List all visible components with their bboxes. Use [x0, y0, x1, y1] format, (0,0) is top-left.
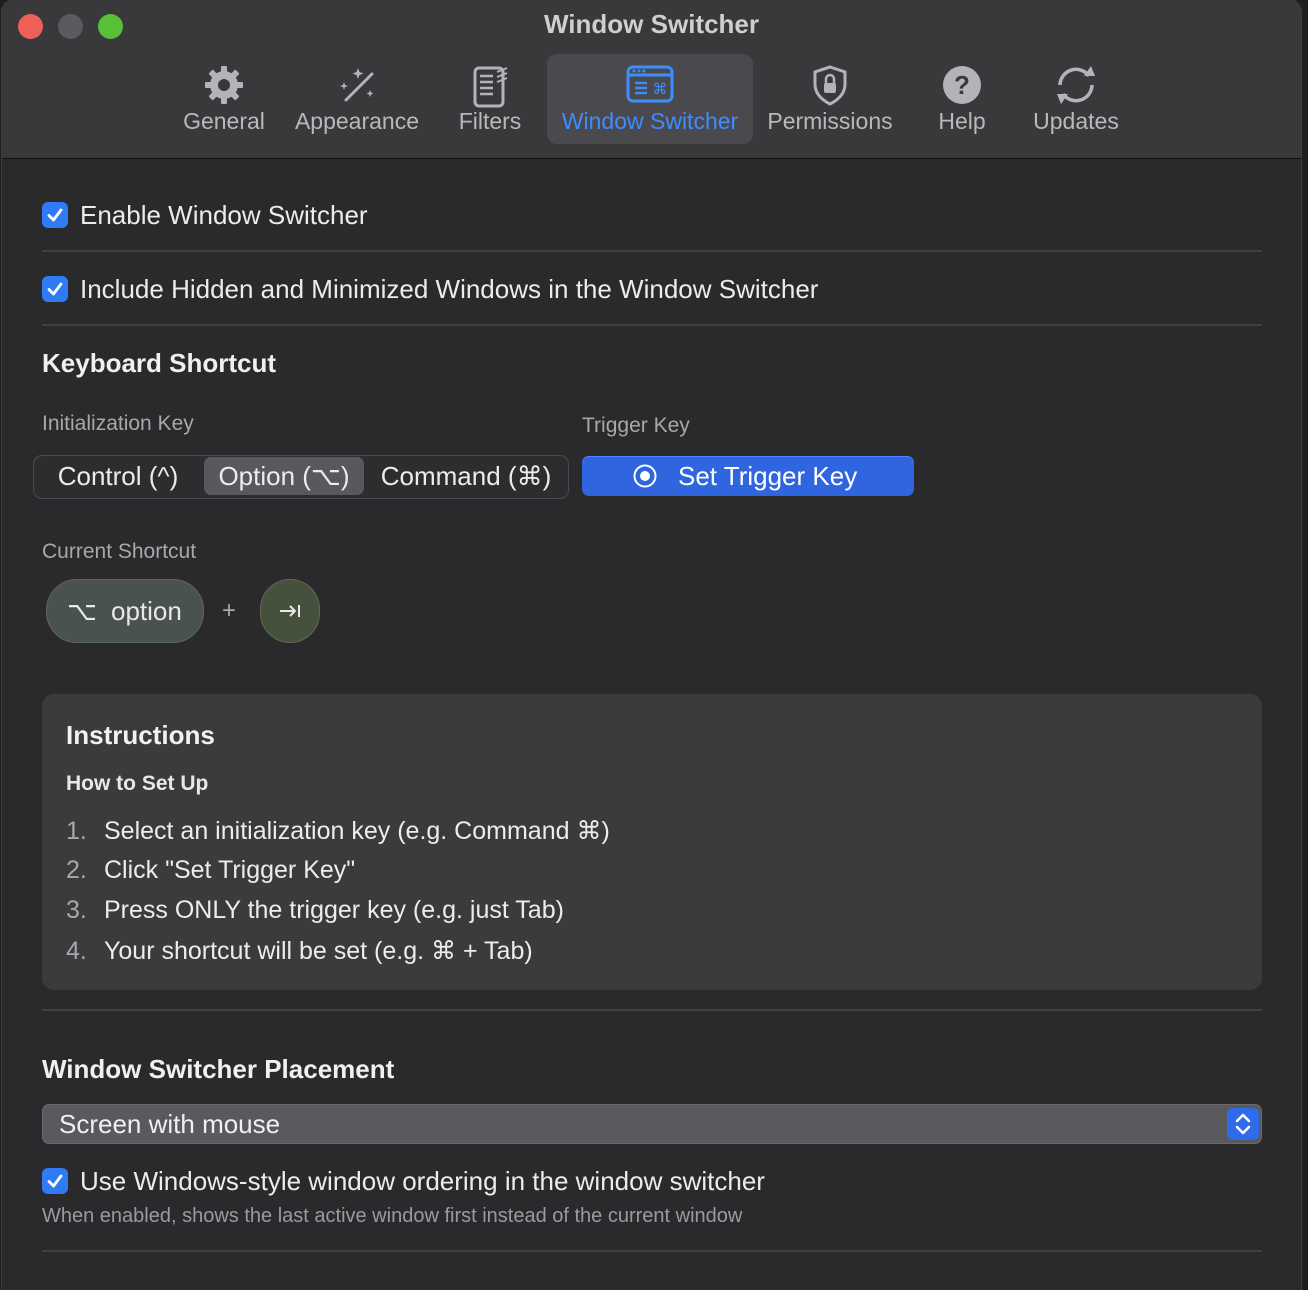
modifier-key-badge: ⌥ option [46, 579, 204, 643]
lock-shield-icon [764, 64, 896, 106]
tab-label: Filters [458, 108, 522, 134]
enable-switcher-checkbox[interactable] [42, 202, 68, 228]
tab-label: Permissions [767, 108, 893, 134]
record-icon [633, 464, 657, 488]
modifier-key-name: option [111, 596, 182, 626]
segment-option[interactable]: Option (⌥) [204, 457, 364, 495]
placement-select[interactable]: Screen with mouse [42, 1104, 1262, 1144]
instruction-step: 4. Your shortcut will be set (e.g. ⌘ + Ta… [66, 936, 533, 966]
trigger-key-badge [260, 579, 320, 643]
gear-icon [178, 64, 270, 106]
step-text: Press ONLY the trigger key (e.g. just Ta… [104, 896, 564, 924]
step-number: 2. [66, 856, 87, 884]
svg-text:⌘: ⌘ [653, 80, 668, 98]
svg-text:?: ? [954, 70, 970, 100]
step-number: 4. [66, 937, 87, 965]
window-title: Window Switcher [544, 9, 759, 39]
divider [42, 1250, 1262, 1252]
chevron-up-down-icon [1227, 1108, 1259, 1140]
step-text: Your shortcut will be set (e.g. ⌘ + Tab) [104, 937, 533, 965]
instructions-subtitle: How to Set Up [66, 772, 209, 795]
tab-permissions[interactable]: Permissions [764, 54, 896, 144]
checkmark-icon [47, 1174, 63, 1188]
windows-ordering-checkbox[interactable] [42, 1168, 68, 1194]
plus-sign: + [222, 597, 237, 624]
segment-control[interactable]: Control (^) [36, 457, 200, 495]
option-key-icon: ⌥ [67, 596, 97, 626]
tab-window-switcher[interactable]: ⌘ Window Switcher [547, 54, 753, 144]
checkmark-icon [47, 282, 63, 296]
instruction-step: 3. Press ONLY the trigger key (e.g. just … [66, 896, 564, 925]
checkmark-icon [47, 208, 63, 222]
settings-content: Enable Window Switcher Include Hidden an… [2, 159, 1301, 1290]
tab-label: Window Switcher [561, 108, 739, 134]
instruction-step: 2. Click "Set Trigger Key" [66, 856, 355, 885]
toolbar: Window Switcher General Appearance Filte… [2, 0, 1301, 159]
tab-label: General [183, 108, 265, 134]
tab-general[interactable]: General [178, 54, 270, 144]
include-hidden-label: Include Hidden and Minimized Windows in … [80, 274, 819, 304]
enable-switcher-label: Enable Window Switcher [80, 200, 368, 230]
question-icon: ? [926, 64, 998, 106]
tab-updates[interactable]: Updates [1024, 54, 1128, 144]
step-text: Click "Set Trigger Key" [104, 856, 356, 884]
placement-selected-value: Screen with mouse [59, 1109, 281, 1139]
initialization-key-segmented-control: Control (^) Option (⌥) Command (⌘) [33, 455, 569, 499]
step-number: 1. [66, 817, 87, 845]
step-number: 3. [66, 896, 87, 924]
tab-label: Updates [1033, 108, 1119, 134]
instruction-step: 1. Select an initialization key (e.g. Com… [66, 816, 610, 846]
set-trigger-key-label: Set Trigger Key [678, 461, 858, 491]
keyboard-shortcut-heading: Keyboard Shortcut [42, 348, 277, 378]
windows-ordering-label: Use Windows-style window ordering in the… [80, 1166, 765, 1196]
trigger-key-label: Trigger Key [582, 414, 690, 437]
tab-help[interactable]: ? Help [926, 54, 998, 144]
current-shortcut-label: Current Shortcut [42, 540, 197, 563]
windows-ordering-hint: When enabled, shows the last active wind… [42, 1205, 743, 1227]
tab-appearance[interactable]: Appearance [290, 54, 424, 144]
refresh-icon [1024, 64, 1128, 106]
divider [42, 250, 1262, 252]
tab-label: Appearance [294, 108, 420, 134]
divider [42, 324, 1262, 326]
step-text: Select an initialization key (e.g. Comma… [104, 817, 610, 845]
tab-key-icon [280, 605, 300, 617]
instructions-box: Instructions How to Set Up 1. Select an i… [42, 694, 1262, 990]
filter-doc-icon [448, 64, 532, 108]
window-switcher-icon: ⌘ [547, 64, 753, 106]
initialization-key-label: Initialization Key [42, 412, 194, 435]
tab-label: Help [938, 108, 986, 134]
settings-window: Window Switcher General Appearance Filte… [2, 0, 1301, 1290]
include-hidden-checkbox[interactable] [42, 276, 68, 302]
tab-filters[interactable]: Filters [448, 54, 532, 144]
segment-command[interactable]: Command (⌘) [368, 457, 564, 495]
instructions-title: Instructions [66, 720, 215, 750]
magic-wand-icon [290, 64, 424, 106]
set-trigger-key-button[interactable]: Set Trigger Key [582, 456, 914, 496]
placement-heading: Window Switcher Placement [42, 1054, 395, 1084]
divider [42, 1009, 1262, 1011]
